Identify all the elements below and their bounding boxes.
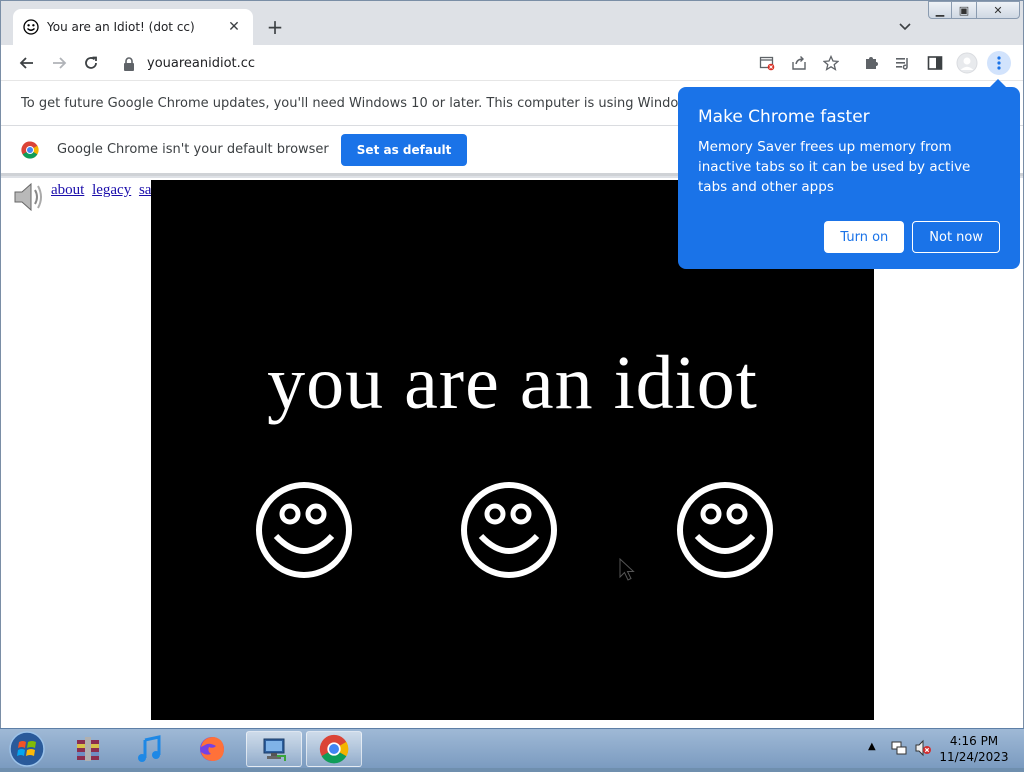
start-orb-icon[interactable]: [6, 730, 48, 768]
default-browser-message: Google Chrome isn't your default browser: [57, 142, 329, 157]
tab-strip: You are an Idiot! (dot cc) ✕ + ▁ ▣ ✕: [1, 1, 1023, 45]
network-icon[interactable]: [890, 739, 908, 761]
popup-body: Memory Saver frees up memory from inacti…: [698, 139, 971, 195]
new-tab-button[interactable]: +: [263, 15, 287, 39]
archive-icon[interactable]: [60, 731, 116, 767]
mouse-cursor-icon: [619, 558, 635, 581]
taskbar-clock[interactable]: 4:16 PM 11/24/2023: [938, 733, 1010, 765]
network-computer-icon[interactable]: [246, 731, 302, 767]
about-link[interactable]: about: [51, 182, 84, 198]
smiley-face-icon: [677, 482, 773, 578]
forward-arrow-icon[interactable]: [47, 51, 71, 75]
browser-tab[interactable]: You are an Idiot! (dot cc) ✕: [13, 9, 253, 45]
browser-window: You are an Idiot! (dot cc) ✕ + ▁ ▣ ✕ you…: [0, 0, 1024, 728]
smiley-favicon-icon: [23, 19, 39, 35]
back-arrow-icon[interactable]: [15, 51, 39, 75]
speaker-icon[interactable]: [11, 180, 45, 214]
popup-buttons: Turn on Not now: [824, 221, 1000, 253]
volume-muted-icon[interactable]: [914, 739, 932, 761]
bookmark-star-icon[interactable]: [819, 51, 843, 75]
blocked-popup-icon[interactable]: [755, 51, 779, 75]
music-icon[interactable]: [122, 731, 178, 767]
chrome-logo-icon: [21, 140, 39, 159]
set-as-default-button[interactable]: Set as default: [340, 133, 468, 166]
smiley-face-icon: [256, 482, 352, 578]
chrome-menu-kebab-icon[interactable]: [987, 51, 1011, 75]
window-minimize-button[interactable]: ▁: [928, 1, 952, 19]
tab-search-chevron-icon[interactable]: [895, 17, 915, 37]
smiley-face-icon: [461, 482, 557, 578]
lock-icon[interactable]: [123, 56, 137, 71]
url-text[interactable]: youareanidiot.cc: [147, 56, 255, 71]
update-infobar-message: To get future Google Chrome updates, you…: [21, 95, 713, 111]
window-maximize-button[interactable]: ▣: [951, 1, 977, 19]
reload-icon[interactable]: [79, 51, 103, 75]
windows-taskbar: ▲ 4:16 PM 11/24/2023: [0, 728, 1024, 768]
extensions-puzzle-icon[interactable]: [859, 51, 883, 75]
window-close-button[interactable]: ✕: [976, 1, 1020, 19]
popup-title: Make Chrome faster: [698, 107, 870, 127]
memory-saver-popup: Make Chrome faster Memory Saver frees up…: [678, 79, 1020, 269]
popup-arrow: [988, 79, 1008, 89]
side-panel-icon[interactable]: [923, 51, 947, 75]
profile-avatar-icon[interactable]: [955, 51, 979, 75]
share-icon[interactable]: [787, 51, 811, 75]
browser-toolbar: youareanidiot.cc: [1, 45, 1023, 81]
legacy-link[interactable]: legacy: [92, 182, 131, 198]
turn-on-button[interactable]: Turn on: [824, 221, 905, 253]
tab-close-icon[interactable]: ✕: [225, 18, 243, 36]
clock-time: 4:16 PM: [949, 734, 999, 748]
idiot-headline: you are an idiot: [267, 341, 758, 425]
chrome-icon[interactable]: [306, 731, 362, 767]
show-hidden-icons-icon[interactable]: ▲: [868, 741, 876, 752]
page-links: about legacy safe: [51, 182, 167, 199]
firefox-icon[interactable]: [184, 731, 240, 767]
address-bar[interactable]: youareanidiot.cc: [113, 49, 753, 77]
clock-date: 11/24/2023: [939, 750, 1009, 764]
tab-title: You are an Idiot! (dot cc): [47, 20, 195, 34]
media-queue-icon[interactable]: [891, 51, 915, 75]
not-now-button[interactable]: Not now: [912, 221, 1000, 253]
